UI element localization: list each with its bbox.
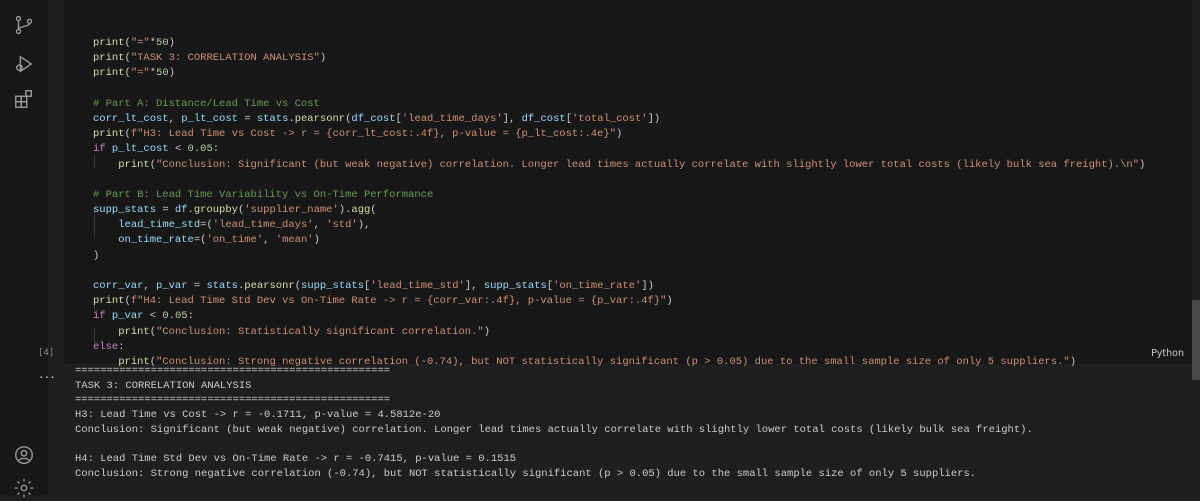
code-line[interactable]: print("TASK 3: CORRELATION ANALYSIS") <box>93 51 1145 66</box>
code-line[interactable]: supp_stats = df.groupby('supplier_name')… <box>93 203 1145 218</box>
code-line[interactable]: print("Conclusion: Statistically signifi… <box>93 325 1145 340</box>
code-line[interactable]: corr_var, p_var = stats.pearsonr(supp_st… <box>93 279 1145 294</box>
code-line[interactable]: print(f"H3: Lead Time vs Cost -> r = {co… <box>93 127 1145 142</box>
extensions-icon[interactable] <box>11 86 37 112</box>
code-line[interactable]: print("="*50) <box>93 66 1145 81</box>
output-line: H4: Lead Time Std Dev vs On-Time Rate ->… <box>75 453 517 466</box>
code-line[interactable]: corr_lt_cost, p_lt_cost = stats.pearsonr… <box>93 112 1145 127</box>
source-control-icon[interactable] <box>11 12 37 38</box>
account-icon[interactable] <box>11 442 37 468</box>
output-line: ========================================… <box>75 365 391 377</box>
code-line[interactable]: if p_lt_cost < 0.05: <box>93 142 1145 157</box>
code-editor[interactable]: print("="*50) print("TASK 3: CORRELATION … <box>93 36 1145 370</box>
output-line: Conclusion: Strong negative correlation … <box>75 467 977 480</box>
activity-bar <box>0 0 48 498</box>
settings-icon[interactable] <box>11 475 37 501</box>
code-line[interactable]: ​ <box>93 173 1145 188</box>
code-line[interactable]: ) <box>93 249 1145 264</box>
code-line[interactable]: lead_time_std=('lead_time_days', 'std'), <box>93 218 1145 233</box>
code-line[interactable]: print(f"H4: Lead Time Std Dev vs On-Time… <box>93 294 1145 309</box>
run-debug-icon[interactable] <box>11 51 37 77</box>
code-line[interactable]: else: <box>93 340 1145 355</box>
cell-output: ========================================… <box>75 364 1033 482</box>
output-line: Conclusion: Significant (but weak negati… <box>75 423 1033 436</box>
code-line[interactable]: if p_var < 0.05: <box>93 309 1145 324</box>
code-line[interactable]: print("="*50) <box>93 36 1145 51</box>
output-line: H3: Lead Time vs Cost -> r = -0.1711, p-… <box>75 409 441 422</box>
output-line: ========================================… <box>75 394 391 407</box>
code-line[interactable]: on_time_rate=('on_time', 'mean') <box>93 233 1145 248</box>
output-more-actions-button[interactable]: ... <box>38 368 56 381</box>
language-label[interactable]: Python <box>1151 348 1184 359</box>
code-line[interactable]: print("Conclusion: Significant (but weak… <box>93 158 1145 173</box>
execution-count: [4] <box>38 348 55 358</box>
code-line[interactable]: # Part A: Distance/Lead Time vs Cost <box>93 97 1145 112</box>
scrollbar[interactable] <box>1192 300 1200 380</box>
code-line[interactable]: ​ <box>93 264 1145 279</box>
code-line[interactable]: ​ <box>93 82 1145 97</box>
code-line[interactable]: # Part B: Lead Time Variability vs On-Ti… <box>93 188 1145 203</box>
output-line: ​ <box>75 437 1033 452</box>
output-line: TASK 3: CORRELATION ANALYSIS <box>75 379 252 392</box>
